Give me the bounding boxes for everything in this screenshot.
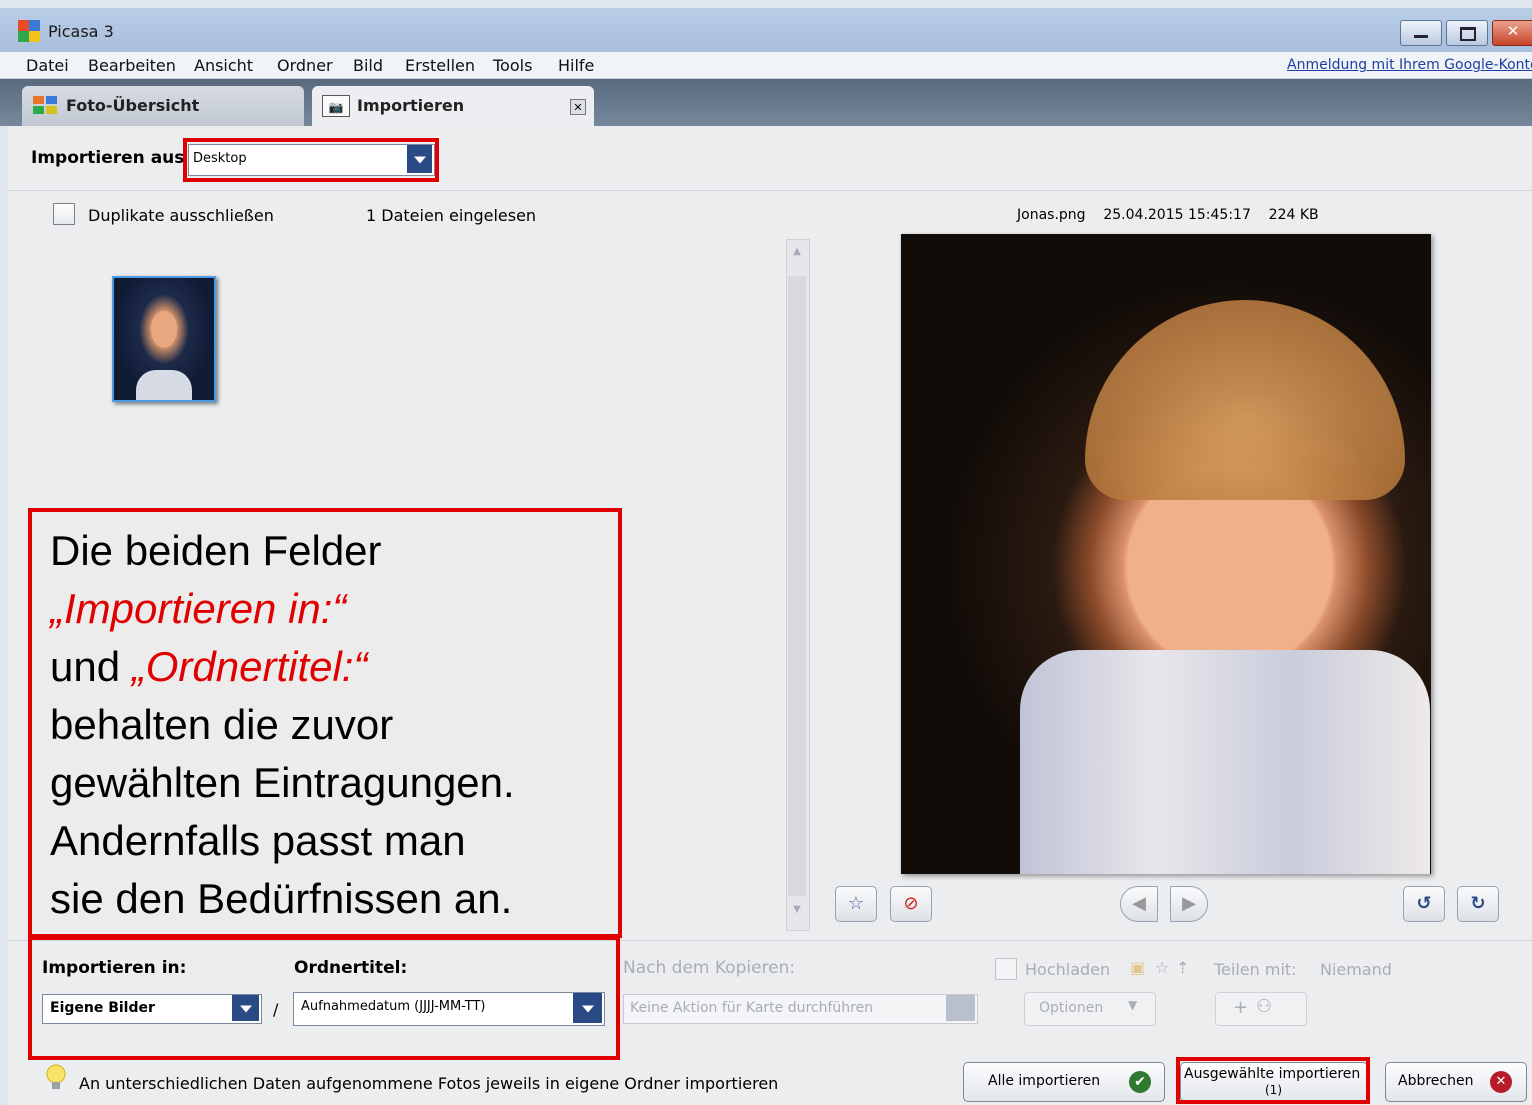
exclude-duplicates-label: Duplikate ausschließen xyxy=(88,206,274,225)
import-all-label: Alle importieren xyxy=(988,1073,1101,1089)
maximize-icon xyxy=(1460,27,1476,41)
photo-preview-detail xyxy=(1020,650,1430,874)
upload-label: Hochladen xyxy=(1025,960,1111,979)
minimize-button[interactable] xyxy=(1400,20,1442,46)
annotation-line: gewählten Eintragungen. xyxy=(50,759,515,806)
close-tab-icon[interactable]: ✕ xyxy=(570,99,586,115)
rotate-left-icon: ↺ xyxy=(1416,893,1432,914)
arrow-right-icon: ▶ xyxy=(1182,893,1196,914)
preview-size: 224 KB xyxy=(1268,207,1319,223)
preview-file-info: Jonas.png 25.04.2015 15:45:17 224 KB xyxy=(1017,207,1319,223)
upload-checkbox[interactable] xyxy=(995,958,1017,980)
menu-ordner[interactable]: Ordner xyxy=(277,56,333,75)
rotate-right-button[interactable]: ↻ xyxy=(1457,886,1499,922)
cancel-icon: ✕ xyxy=(1490,1071,1512,1093)
exclude-duplicates-checkbox[interactable] xyxy=(53,203,75,225)
upload-arrow-icon: ⇡ xyxy=(1176,958,1190,977)
scroll-up-icon[interactable]: ▲ xyxy=(788,246,806,262)
next-button[interactable]: ▶ xyxy=(1170,886,1208,922)
scroll-down-icon[interactable]: ▼ xyxy=(788,904,806,920)
tab-photo-overview-label: Foto-Übersicht xyxy=(66,96,200,115)
import-from-label: Importieren aus xyxy=(31,148,185,168)
annotation-line: und „Ordnertitel:“ xyxy=(50,638,610,696)
import-icon: 📷 xyxy=(322,95,350,117)
annotation-line: sie den Bedürfnissen an. xyxy=(50,875,513,922)
minimize-icon xyxy=(1414,35,1428,38)
person-icon: ⚇ xyxy=(1256,996,1273,1017)
menu-tools[interactable]: Tools xyxy=(493,56,532,75)
preview-date: 25.04.2015 15:45:17 xyxy=(1103,207,1251,223)
highlight-import-fields xyxy=(28,936,620,1060)
arrow-left-icon: ◀ xyxy=(1132,893,1146,914)
star-icon: ☆ xyxy=(847,893,865,914)
menu-bild[interactable]: Bild xyxy=(353,56,383,75)
annotation-field-folder-title: „Ordnertitel:“ xyxy=(131,643,368,690)
close-button[interactable]: ✕ xyxy=(1492,20,1532,46)
tab-import-label: Importieren xyxy=(357,96,465,115)
rotate-left-button[interactable]: ↺ xyxy=(1403,886,1445,922)
annotation-text: Die beiden Felder „Importieren in:“ und … xyxy=(50,522,610,928)
lightbulb-icon xyxy=(46,1064,66,1092)
scrollbar-thumb[interactable] xyxy=(788,276,806,896)
photo-overview-icon xyxy=(33,96,57,114)
checkmark-icon: ✔ xyxy=(1129,1071,1151,1093)
options-label: Optionen xyxy=(1039,1000,1104,1016)
chevron-down-icon[interactable] xyxy=(946,995,975,1021)
maximize-button[interactable] xyxy=(1446,20,1488,46)
previous-button[interactable]: ◀ xyxy=(1120,886,1158,922)
highlight-import-selected xyxy=(1176,1057,1370,1104)
picasa-app-icon xyxy=(18,20,40,42)
share-with-value: Niemand xyxy=(1320,960,1392,979)
menu-hilfe[interactable]: Hilfe xyxy=(558,56,594,75)
title-bar xyxy=(0,8,1532,52)
menu-ansicht[interactable]: Ansicht xyxy=(194,56,253,75)
after-copy-label: Nach dem Kopieren: xyxy=(623,958,796,978)
after-copy-value: Keine Aktion für Karte durchführen xyxy=(630,1000,874,1016)
annotation-line: Andernfalls passt man xyxy=(50,817,466,864)
chevron-down-icon: ▼ xyxy=(1128,998,1138,1012)
annotation-line-prefix: und xyxy=(50,643,132,690)
exclude-button[interactable]: ⊘ xyxy=(890,886,932,922)
exclude-icon: ⊘ xyxy=(903,893,919,914)
preview-filename: Jonas.png xyxy=(1017,207,1086,223)
add-icon: + xyxy=(1233,997,1249,1018)
highlight-import-source xyxy=(183,138,439,182)
window-title: Picasa 3 xyxy=(48,22,114,41)
photo-thumbnail[interactable] xyxy=(112,276,216,402)
upload-album-icon: ▣ xyxy=(1130,958,1146,977)
tip-text: An unterschiedlichen Daten aufgenommene … xyxy=(79,1074,779,1093)
menu-datei[interactable]: Datei xyxy=(26,56,69,75)
cancel-label: Abbrechen xyxy=(1398,1073,1474,1089)
annotation-line: behalten die zuvor xyxy=(50,701,394,748)
divider xyxy=(8,190,1532,191)
star-button[interactable]: ☆ xyxy=(835,886,877,922)
menu-erstellen[interactable]: Erstellen xyxy=(405,56,475,75)
menu-bearbeiten[interactable]: Bearbeiten xyxy=(88,56,176,75)
upload-star-icon: ☆ xyxy=(1155,958,1170,977)
files-read-count: 1 Dateien eingelesen xyxy=(366,206,537,225)
annotation-line: Die beiden Felder xyxy=(50,527,382,574)
close-icon: ✕ xyxy=(1506,22,1520,40)
annotation-field-import-in: „Importieren in:“ xyxy=(50,585,347,632)
google-login-link[interactable]: Anmeldung mit Ihrem Google-Konto xyxy=(1287,57,1532,73)
rotate-right-icon: ↻ xyxy=(1470,893,1486,914)
share-with-label: Teilen mit: xyxy=(1214,960,1297,979)
